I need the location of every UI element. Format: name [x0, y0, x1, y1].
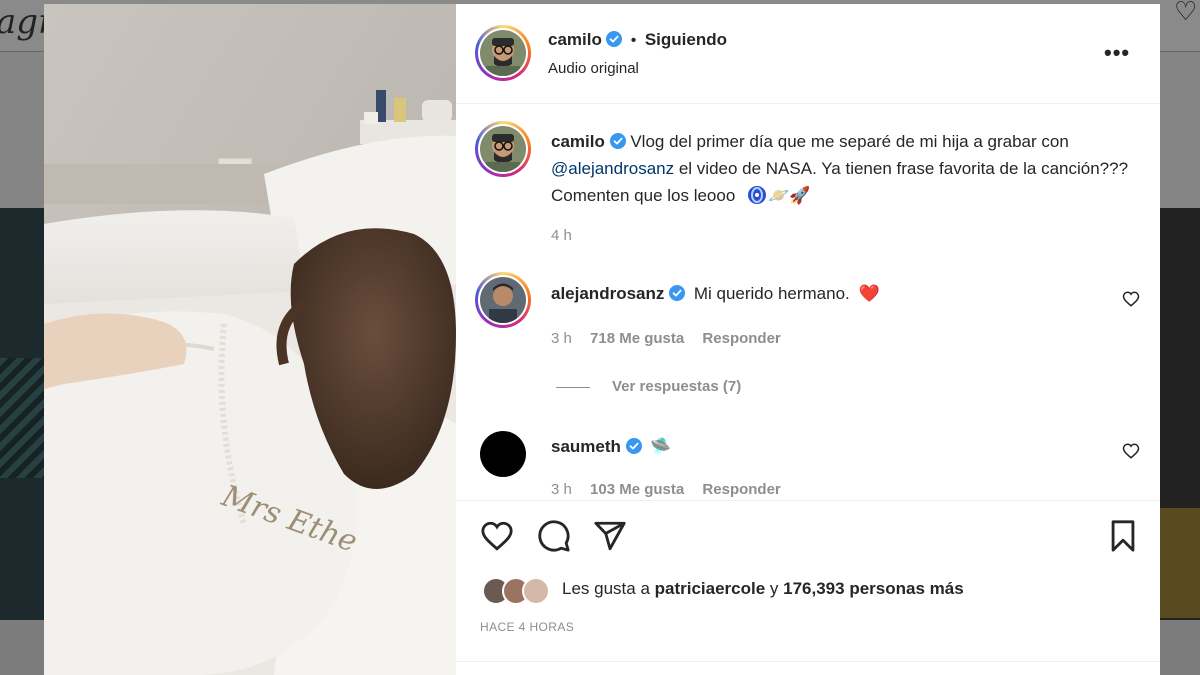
divider: [456, 661, 1160, 662]
background-strip-left: [0, 52, 44, 208]
comment-likes[interactable]: 718 Me gusta: [590, 330, 684, 347]
comment-likes[interactable]: 103 Me gusta: [590, 481, 684, 498]
avatar-image: [480, 30, 526, 76]
comment-username[interactable]: saumeth: [551, 437, 621, 456]
comment-avatar-saumeth[interactable]: [480, 431, 526, 477]
more-options-icon[interactable]: •••: [1104, 40, 1130, 66]
view-replies-button[interactable]: Ver respuestas (7): [612, 378, 741, 395]
likes-summary: Les gusta a patriciaercole y 176,393 per…: [562, 579, 964, 599]
background-image-left: [0, 208, 44, 620]
likes-count[interactable]: 176,393 personas más: [783, 579, 964, 598]
post-actions-section: Les gusta a patriciaercole y 176,393 per…: [456, 500, 1160, 675]
post-detail-panel: camilo • Siguiendo Audio original ••• ca…: [456, 4, 1160, 675]
video-frame: Mrs Ethe: [44, 4, 456, 675]
author-avatar[interactable]: [475, 25, 531, 81]
comment-like-heart-icon[interactable]: [1122, 442, 1140, 460]
comment-avatar-alejandrosanz[interactable]: [475, 272, 531, 328]
header-title-row: camilo • Siguiendo: [548, 30, 727, 50]
comment-icon[interactable]: [537, 519, 571, 553]
comment-text: Mi querido hermano.: [693, 284, 850, 303]
verified-badge-icon: [669, 285, 686, 301]
verified-badge-icon: [625, 438, 642, 454]
audio-subtitle[interactable]: Audio original: [548, 60, 639, 77]
comments-list[interactable]: camilo Vlog del primer día que me separé…: [456, 105, 1160, 500]
caption-body: Vlog del primer día que me separé de mi …: [630, 132, 1069, 151]
heart-icon[interactable]: [480, 519, 514, 553]
following-button[interactable]: Siguiendo: [645, 30, 727, 49]
comment-username[interactable]: alejandrosanz: [551, 284, 664, 303]
comment-meta: 3 h 103 Me gusta Responder: [551, 481, 781, 498]
replies-line: [556, 387, 590, 388]
comment-row: alejandrosanz Mi querido hermano. ❤️: [551, 280, 880, 308]
reply-button[interactable]: Responder: [702, 481, 780, 498]
separator-dot: •: [630, 32, 637, 49]
verified-badge-icon: [606, 31, 623, 47]
post-timestamp: HACE 4 HORAS: [480, 620, 575, 634]
caption-emojis: 🪐🚀: [768, 186, 811, 206]
caption-username[interactable]: camilo: [551, 132, 605, 151]
caption-avatar[interactable]: [475, 121, 531, 177]
likes-prefix: Les gusta a: [562, 579, 655, 598]
avatar-image: [480, 126, 526, 172]
red-heart-emoji: ❤️: [858, 284, 880, 304]
comment-row: saumeth 🛸: [551, 433, 672, 461]
comment-time: 3 h: [551, 481, 572, 498]
caption-text: camilo Vlog del primer día que me separé…: [551, 128, 1131, 210]
verified-badge-icon: [609, 133, 626, 149]
comment-like-heart-icon[interactable]: [1122, 290, 1140, 308]
comment-time: 3 h: [551, 330, 572, 347]
share-icon[interactable]: [593, 519, 627, 553]
avatar-image: [480, 277, 526, 323]
post-header: camilo • Siguiendo Audio original •••: [456, 4, 1160, 104]
caption-mention-link[interactable]: @alejandrosanz: [551, 159, 674, 178]
comment-meta: 3 h 718 Me gusta Responder: [551, 330, 781, 347]
galaxy-emoji-icon: [748, 186, 767, 204]
flying-saucer-emoji: 🛸: [650, 437, 672, 457]
author-username[interactable]: camilo: [548, 30, 602, 49]
liker-username[interactable]: patriciaercole: [655, 579, 766, 598]
background-strip-right: [1160, 52, 1200, 208]
view-replies-label: Ver respuestas (7): [612, 378, 742, 395]
post-media-video[interactable]: Mrs Ethe: [44, 4, 456, 675]
reply-button[interactable]: Responder: [702, 330, 780, 347]
background-notification-icon: ♡: [1174, 0, 1198, 26]
likes-middle: y: [765, 579, 784, 598]
liker-avatar: [522, 577, 550, 605]
bookmark-icon[interactable]: [1106, 519, 1140, 553]
caption-time: 4 h: [551, 227, 572, 244]
background-image-right: [1160, 208, 1200, 620]
